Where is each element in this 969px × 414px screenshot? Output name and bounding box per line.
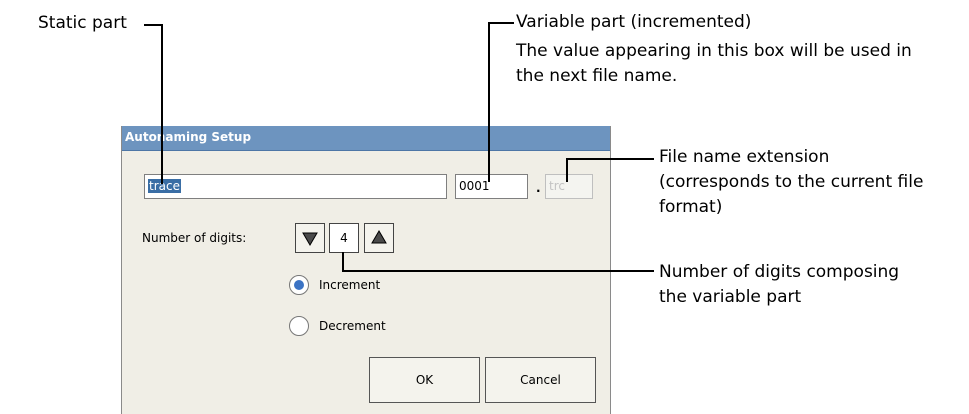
digits-decrease-button[interactable]	[295, 223, 325, 253]
static-part-input[interactable]: trace	[144, 174, 447, 199]
extension-value: trc	[549, 179, 565, 193]
callout-static-part: Static part	[38, 13, 127, 33]
leader-digits-v	[342, 252, 344, 272]
callout-extension-title: File name extension	[659, 147, 830, 167]
callout-digits-title: Number of digits composing	[659, 262, 900, 282]
callout-extension-desc2: format)	[659, 197, 723, 217]
radio-decrement[interactable]	[289, 316, 309, 336]
digits-label: Number of digits:	[142, 231, 247, 245]
ok-button[interactable]: OK	[369, 357, 480, 403]
extension-input: trc	[545, 174, 593, 199]
variable-part-value: 0001	[459, 179, 490, 193]
leader-static-v	[161, 24, 163, 184]
dialog-titlebar: Autonaming Setup	[122, 126, 610, 151]
cancel-button[interactable]: Cancel	[485, 357, 596, 403]
digits-increase-button[interactable]	[364, 223, 394, 253]
leader-variable-v	[488, 22, 490, 182]
variable-part-input[interactable]: 0001	[455, 174, 528, 199]
leader-extension-v	[566, 158, 568, 182]
callout-digits-desc: the variable part	[659, 287, 802, 307]
leader-variable-h	[488, 22, 514, 24]
digits-value: 4	[329, 223, 359, 253]
radio-increment[interactable]	[289, 275, 309, 295]
triangle-down-icon	[302, 232, 318, 246]
radio-decrement-label: Decrement	[319, 319, 386, 333]
triangle-up-icon	[371, 230, 387, 244]
leader-extension-h	[566, 158, 654, 160]
callout-variable-part-title: Variable part (incremented)	[516, 12, 752, 32]
callout-variable-part-desc2: the next file name.	[516, 66, 678, 86]
leader-digits-h	[342, 270, 654, 272]
callout-variable-part-desc1: The value appearing in this box will be …	[516, 41, 912, 61]
callout-extension-desc1: (corresponds to the current file	[659, 172, 924, 192]
dialog-title: Autonaming Setup	[125, 130, 252, 144]
static-part-value: trace	[148, 179, 181, 193]
extension-separator: .	[536, 181, 541, 195]
radio-increment-label: Increment	[319, 278, 381, 292]
